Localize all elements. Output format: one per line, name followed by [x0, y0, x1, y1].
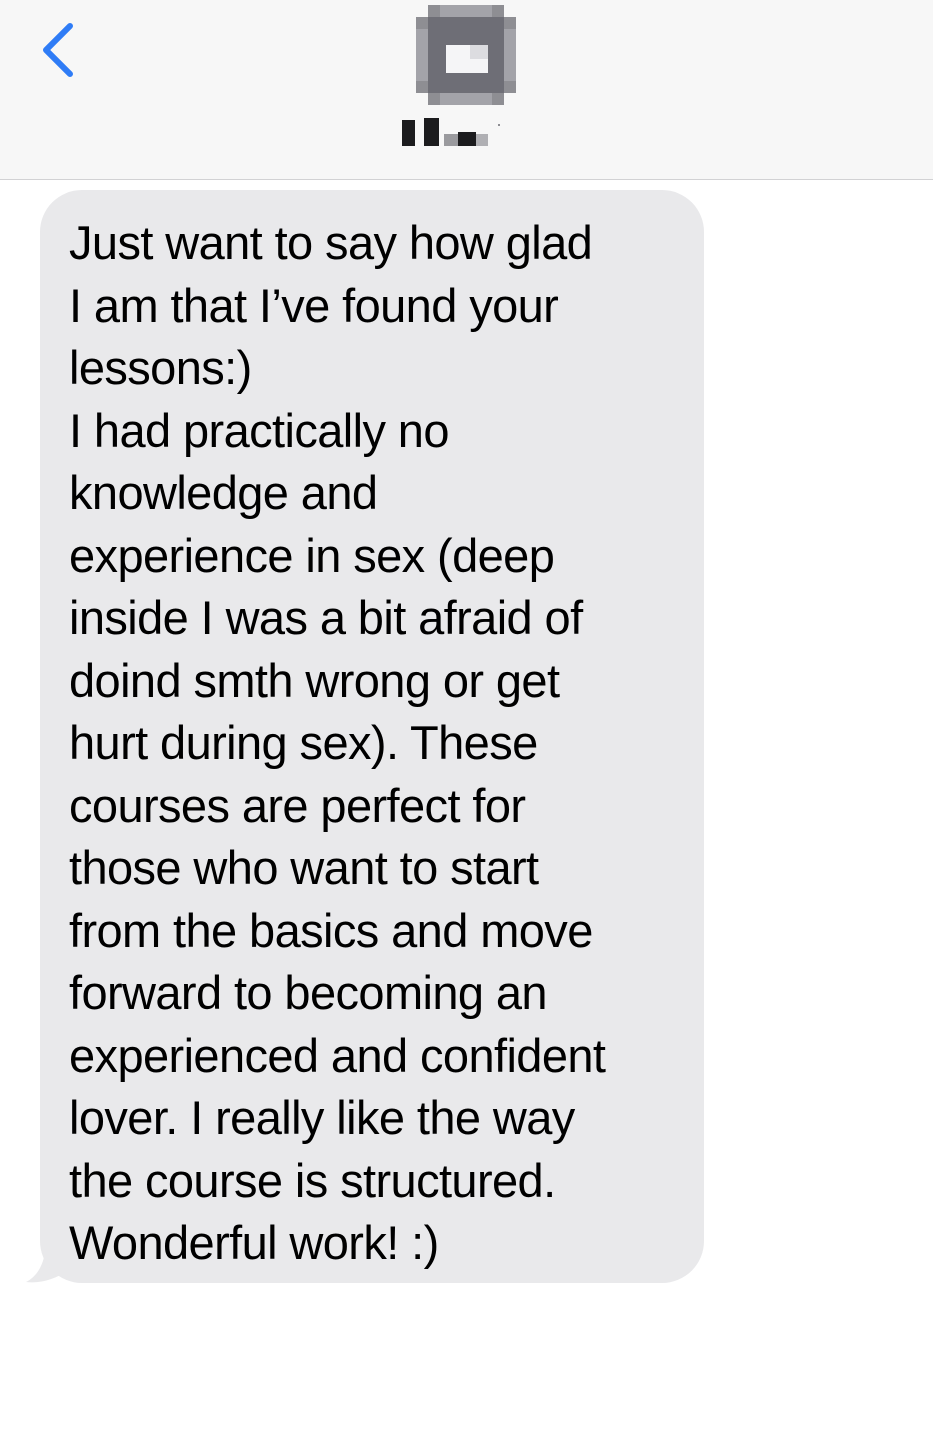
- person-avatar-icon: [416, 5, 516, 105]
- message-line: I am that I’ve found your: [69, 278, 559, 332]
- message-line: knowledge and: [69, 466, 378, 519]
- message-line: lessons:): [69, 341, 252, 394]
- message-line: courses are perfect for: [69, 778, 526, 832]
- conversation-header: [0, 0, 933, 180]
- contact-name-obscured[interactable]: [400, 118, 520, 148]
- message-line: hurt during sex). These: [69, 716, 538, 769]
- message-line: those who want to start: [69, 841, 539, 894]
- message-text: Just want to say how glad I am that I’ve…: [69, 212, 678, 1275]
- incoming-message-bubble[interactable]: Just want to say how glad I am that I’ve…: [40, 190, 704, 1283]
- message-line: inside I was a bit afraid of: [69, 591, 583, 644]
- contact-avatar[interactable]: [416, 5, 516, 105]
- message-line: Wonderful work! :): [69, 1216, 439, 1269]
- message-line: I had practically no: [69, 403, 449, 457]
- message-line: experience in sex (deep: [69, 528, 555, 582]
- message-line: lover. I really like the way: [69, 1091, 575, 1144]
- back-button[interactable]: [30, 18, 84, 82]
- message-list: Just want to say how glad I am that I’ve…: [0, 190, 933, 1290]
- message-line: experienced and confident: [69, 1028, 606, 1082]
- message-line: from the basics and move: [69, 903, 593, 957]
- message-line: doind smth wrong or get: [69, 653, 560, 707]
- chevron-left-icon: [30, 18, 84, 82]
- message-line: Just want to say how glad: [69, 216, 593, 269]
- message-line: forward to becoming an: [69, 966, 548, 1019]
- message-line: the course is structured.: [69, 1153, 556, 1207]
